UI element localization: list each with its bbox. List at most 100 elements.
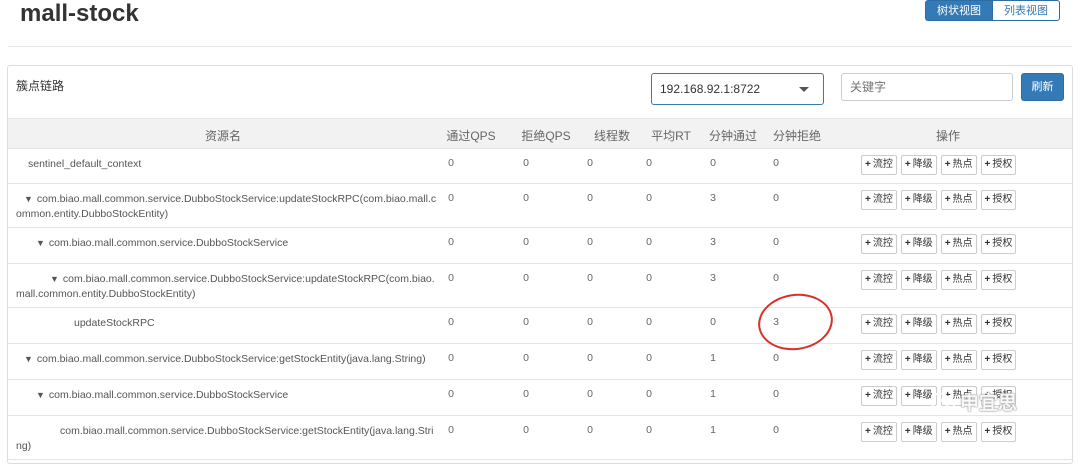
flow-control-button[interactable]: + 流控 [861,190,897,210]
cell-min-block: 0 [773,272,779,284]
row-actions: + 流控 + 降级 + 热点 + 授权 [861,234,1017,254]
authority-button[interactable]: + 授权 [980,422,1017,442]
col-block-qps: 拒绝QPS [521,129,571,143]
plus-icon: + [904,318,911,329]
plus-icon: + [904,274,911,285]
refresh-button[interactable]: 刷新 [1021,73,1064,101]
cluster-link-panel: 簇点链路 192.168.92.1:8722 刷新 资源名 通过QPS 拒绝QP… [7,65,1073,464]
op-label: 流控 [872,238,893,249]
cell-pass-qps: 0 [448,424,454,436]
cell-block-qps: 0 [523,352,529,364]
hotspot-button[interactable]: + 热点 [940,422,977,442]
plus-icon: + [944,159,951,170]
caret-down-icon [799,87,809,92]
plus-icon: + [984,274,991,285]
row-actions: + 流控 + 降级 + 热点 + 授权 [861,270,1017,290]
flow-control-button[interactable]: + 流控 [861,386,897,406]
authority-button[interactable]: + 授权 [980,270,1017,290]
resource-name-wrap: mall.common.entity.DubboStockEntity) [16,288,196,300]
hotspot-button[interactable]: + 热点 [940,155,977,175]
hotspot-button[interactable]: + 热点 [940,314,977,334]
expand-triangle-icon[interactable]: ▼ [50,274,59,284]
plus-icon: + [904,390,911,401]
degrade-button[interactable]: + 降级 [900,155,937,175]
plus-icon: + [944,274,951,285]
authority-button[interactable]: + 授权 [980,314,1017,334]
flow-control-button[interactable]: + 流控 [861,350,897,370]
machine-select[interactable]: 192.168.92.1:8722 [651,73,824,105]
degrade-button[interactable]: + 降级 [900,190,937,210]
title-divider [8,46,1072,47]
degrade-button[interactable]: + 降级 [900,314,937,334]
degrade-button[interactable]: + 降级 [900,422,937,442]
expand-triangle-icon[interactable]: ▼ [36,390,45,400]
plus-icon: + [944,426,951,437]
resource-name-cell: ▼ com.biao.mall.common.service.DubboStock… [16,236,288,251]
hotspot-button[interactable]: + 热点 [940,190,977,210]
cell-min-pass: 0 [710,157,716,169]
col-pass-qps: 通过QPS [446,129,496,143]
degrade-button[interactable]: + 降级 [900,270,937,290]
cell-pass-qps: 0 [448,316,454,328]
table-row: updateStockRPC 0 0 0 0 0 3 + 流控 + 降级 + 热点 + 授权 [8,308,1072,344]
authority-button[interactable]: + 授权 [980,190,1017,210]
cell-threads: 0 [587,352,593,364]
panel-header: 簇点链路 192.168.92.1:8722 刷新 [8,66,1072,118]
tree-view-button[interactable]: 树状视图 [925,0,993,21]
degrade-button[interactable]: + 降级 [900,234,937,254]
cell-min-block: 0 [773,388,779,400]
op-label: 授权 [992,194,1013,205]
resource-name-cell: ▼ com.biao.mall.common.service.DubboStock… [16,272,435,302]
hotspot-button[interactable]: + 热点 [940,350,977,370]
authority-button[interactable]: + 授权 [980,350,1017,370]
degrade-button[interactable]: + 降级 [900,350,937,370]
resource-name-cell: updateStockRPC [16,316,155,331]
expand-triangle-icon[interactable]: ▼ [24,194,33,204]
flow-control-button[interactable]: + 流控 [861,270,897,290]
plus-icon: + [865,274,871,285]
op-label: 热点 [952,274,973,285]
expand-triangle-icon[interactable]: ▼ [36,238,45,248]
cell-min-block: 0 [773,157,779,169]
col-min-pass: 分钟通过 [708,129,757,143]
op-label: 流控 [872,354,893,365]
cell-pass-qps: 0 [448,388,454,400]
cell-block-qps: 0 [523,192,529,204]
cell-threads: 0 [587,236,593,248]
plus-icon: + [865,159,871,170]
plus-icon: + [865,390,871,401]
flow-control-button[interactable]: + 流控 [861,155,897,175]
resource-table-body: sentinel_default_context 0 0 0 0 0 0 + 流控 + 降级 + 热点 +… [8,149,1072,460]
hotspot-button[interactable]: + 热点 [940,270,977,290]
cell-threads: 0 [587,316,593,328]
hotspot-button[interactable]: + 热点 [940,234,977,254]
op-label: 降级 [912,318,933,329]
flow-control-button[interactable]: + 流控 [861,234,897,254]
op-label: 授权 [992,318,1013,329]
plus-icon: + [944,238,951,249]
plus-icon: + [984,194,991,205]
list-view-button[interactable]: 列表视图 [993,0,1060,21]
op-label: 流控 [872,194,893,205]
flow-control-button[interactable]: + 流控 [861,314,897,334]
expand-triangle-icon[interactable]: ▼ [24,354,33,364]
cell-avg-rt: 0 [646,192,652,204]
cell-min-pass: 0 [710,316,716,328]
plus-icon: + [904,159,911,170]
op-label: 热点 [952,238,973,249]
col-avg-rt: 平均RT [651,129,691,143]
op-label: 流控 [872,390,893,401]
cell-avg-rt: 0 [646,424,652,436]
op-label: 热点 [952,194,973,205]
authority-button[interactable]: + 授权 [980,234,1017,254]
machine-select-value: 192.168.92.1:8722 [660,82,761,96]
resource-name-cell: ▼ com.biao.mall.common.service.DubboStock… [16,388,288,403]
op-label: 流控 [872,318,893,329]
cell-min-pass: 1 [710,388,716,400]
plus-icon: + [904,238,911,249]
authority-button[interactable]: + 授权 [980,155,1017,175]
flow-control-button[interactable]: + 流控 [861,422,897,442]
keyword-search-input[interactable] [841,73,1013,101]
table-row: ▼ com.biao.mall.common.service.DubboStock… [8,184,1072,228]
op-label: 热点 [952,159,973,170]
